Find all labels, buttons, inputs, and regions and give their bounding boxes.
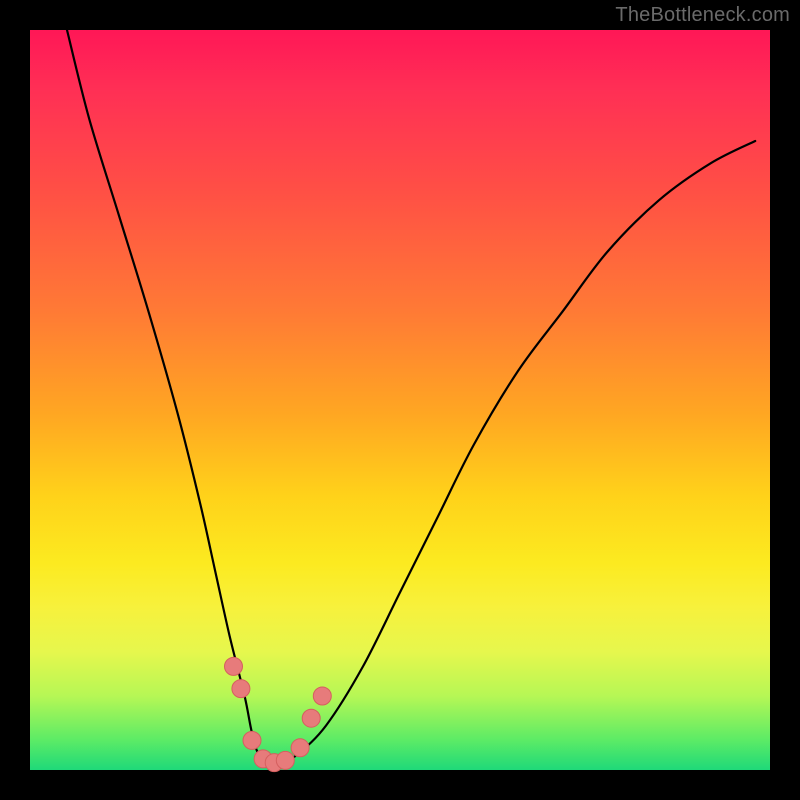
bottleneck-curve bbox=[67, 30, 755, 764]
marker-point bbox=[302, 709, 320, 727]
chart-frame: TheBottleneck.com bbox=[0, 0, 800, 800]
marker-point bbox=[276, 751, 294, 769]
marker-point bbox=[243, 731, 261, 749]
marker-point bbox=[313, 687, 331, 705]
highlighted-points bbox=[225, 657, 332, 771]
marker-point bbox=[232, 680, 250, 698]
plot-area bbox=[30, 30, 770, 770]
bottleneck-curve-svg bbox=[30, 30, 770, 770]
marker-point bbox=[291, 739, 309, 757]
watermark-text: TheBottleneck.com bbox=[615, 4, 790, 27]
marker-point bbox=[225, 657, 243, 675]
